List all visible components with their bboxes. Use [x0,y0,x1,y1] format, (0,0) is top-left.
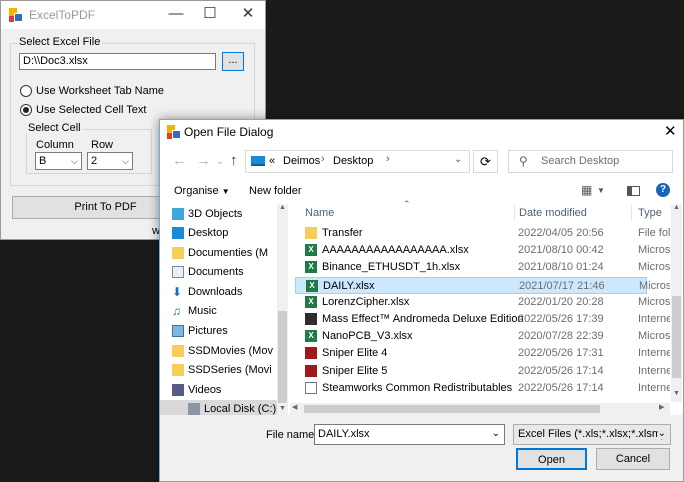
chevron-down-icon: ⌵ [122,156,129,166]
scroll-down-icon[interactable]: ▼ [673,390,680,397]
file-type: Interne [638,313,670,325]
row-select[interactable]: 2 ⌵ [87,152,133,170]
worksheet-tab-radio[interactable] [20,85,32,97]
row-value: 2 [91,155,98,167]
file-type: Microso [638,295,670,308]
browse-button[interactable]: ... [222,52,244,71]
scroll-right-icon[interactable]: ▶ [659,403,664,411]
file-date: 2022/04/05 20:56 [518,227,604,239]
file-name: AAAAAAAAAAAAAAAAA.xlsx [322,244,469,257]
file-row[interactable]: X Binance_ETHUSDT_1h.xlsx 2021/08/10 01:24… [295,259,670,276]
file-row[interactable]: Mass Effect™ Andromeda Deluxe Edition 202… [295,311,670,328]
file-date: 2022/05/26 17:31 [518,347,604,360]
file-date: 2022/05/26 17:39 [518,313,604,325]
file-name-input[interactable]: DAILY.xlsx ⌄ [314,424,505,445]
file-list-scrollbar[interactable]: ▲ ▼ [671,204,682,402]
file-path-input[interactable]: D:\\Doc3.xlsx [19,53,216,70]
file-name: DAILY.xlsx [323,279,375,292]
column-value: B [39,155,47,167]
file-date: 2022/01/20 20:28 [518,295,604,308]
dialog-footer: File name: DAILY.xlsx ⌄ Excel Files (*.x… [160,415,683,481]
scroll-down-icon[interactable]: ▼ [279,405,286,412]
h-scroll-thumb[interactable] [304,405,600,413]
file-row[interactable]: X AAAAAAAAAAAAAAAAA.xlsx 2021/08/10 00:42 M… [295,242,670,259]
column-label: Column [36,139,74,151]
game-icon [305,313,317,325]
file-name: Mass Effect™ Andromeda Deluxe Edition [322,313,524,325]
nav-item-label: Local Disk (C:) [204,403,277,415]
open-button[interactable]: Open [516,448,587,470]
excel-titlebar[interactable]: ExcelToPDF — ☐ ✕ [1,1,265,29]
file-name: NanoPCB_V3.xlsx [322,330,413,343]
file-date: 2022/05/26 17:14 [518,381,604,394]
file-type: Microso [638,330,670,343]
file-date: 2021/08/10 00:42 [518,244,604,257]
file-row[interactable]: Sniper Elite 5 2022/05/26 17:14 Interne [295,363,670,380]
file-type: Interne [638,364,670,377]
file-type: Microso [639,279,670,292]
row-label: Row [91,139,114,151]
file-name: Sniper Elite 4 [322,347,388,360]
excel-icon: X [305,295,317,308]
steam-icon [305,381,317,394]
open-file-dialog: Open File Dialog ✕ ← → ⌄ ↑ « Deimos › De… [159,119,684,482]
window-title: ExcelToPDF [29,8,96,22]
chevron-down-icon: ⌵ [71,156,78,166]
file-name: LorenzCipher.xlsx [322,295,410,308]
game-icon [305,347,317,360]
drive-icon [188,403,200,415]
cell-text-label: Use Selected Cell Text [36,104,147,116]
excel-icon: X [305,330,317,343]
scroll-up-icon[interactable]: ▲ [673,204,680,211]
excel-icon: X [305,261,317,274]
folder-icon [305,227,317,239]
chevron-down-icon[interactable]: ⌄ [492,428,500,439]
scroll-left-icon[interactable]: ◀ [292,403,297,411]
file-type: Interne [638,347,670,360]
file-type: Microso [638,261,670,274]
file-name: Sniper Elite 5 [322,364,388,377]
worksheet-tab-label: Use Worksheet Tab Name [36,85,164,97]
excel-icon: X [306,279,318,292]
file-type: File fold [638,227,670,239]
game-icon [305,364,317,377]
horizontal-scrollbar[interactable]: ◀ ▶ [290,403,670,415]
minimize-icon[interactable]: — [161,1,191,29]
file-date: 2022/05/26 17:14 [518,364,604,377]
select-file-label: Select Excel File [17,36,103,48]
file-name-value: DAILY.xlsx [318,428,370,440]
file-row[interactable]: Steamworks Common Redistributables 2022/0… [295,380,670,397]
file-row[interactable]: Sniper Elite 4 2022/05/26 17:31 Interne [295,345,670,362]
chevron-down-icon[interactable]: ⌄ [657,428,666,439]
select-cell-label: Select Cell [26,122,83,134]
file-name: Transfer [322,227,363,239]
file-name: Binance_ETHUSDT_1h.xlsx [322,261,461,274]
file-type-select[interactable]: Excel Files (*.xls;*.xlsx;*.xlsm) ⌄ [513,424,671,445]
file-type: Microso [638,244,670,257]
cell-text-radio[interactable] [20,104,32,116]
maximize-icon[interactable]: ☐ [195,1,225,29]
app-icon [9,8,23,22]
file-date: 2021/07/17 21:46 [519,279,605,292]
file-name: Steamworks Common Redistributables [322,381,513,394]
file-type: Interne [638,381,670,394]
close-icon[interactable]: ✕ [233,1,263,29]
file-date: 2020/07/28 22:39 [518,330,604,343]
file-row[interactable]: X LorenzCipher.xlsx 2022/01/20 20:28 Micros… [295,294,670,311]
file-row[interactable]: Transfer 2022/04/05 20:56 File fold [295,225,670,242]
cancel-button[interactable]: Cancel [596,448,670,470]
file-name-label: File name: [266,429,318,441]
excel-icon: X [305,244,317,257]
file-row[interactable]: X DAILY.xlsx 2021/07/17 21:46 Microso [295,276,670,294]
file-date: 2021/08/10 01:24 [518,261,604,274]
column-select[interactable]: B ⌵ [35,152,82,170]
file-type-value: Excel Files (*.xls;*.xlsx;*.xlsm) [518,428,665,440]
file-row[interactable]: X NanoPCB_V3.xlsx 2020/07/28 22:39 Microso [295,328,670,345]
file-list: Transfer 2022/04/05 20:56 File fold X AAAAAA… [160,120,670,403]
file-scroll-thumb[interactable] [672,296,681,378]
